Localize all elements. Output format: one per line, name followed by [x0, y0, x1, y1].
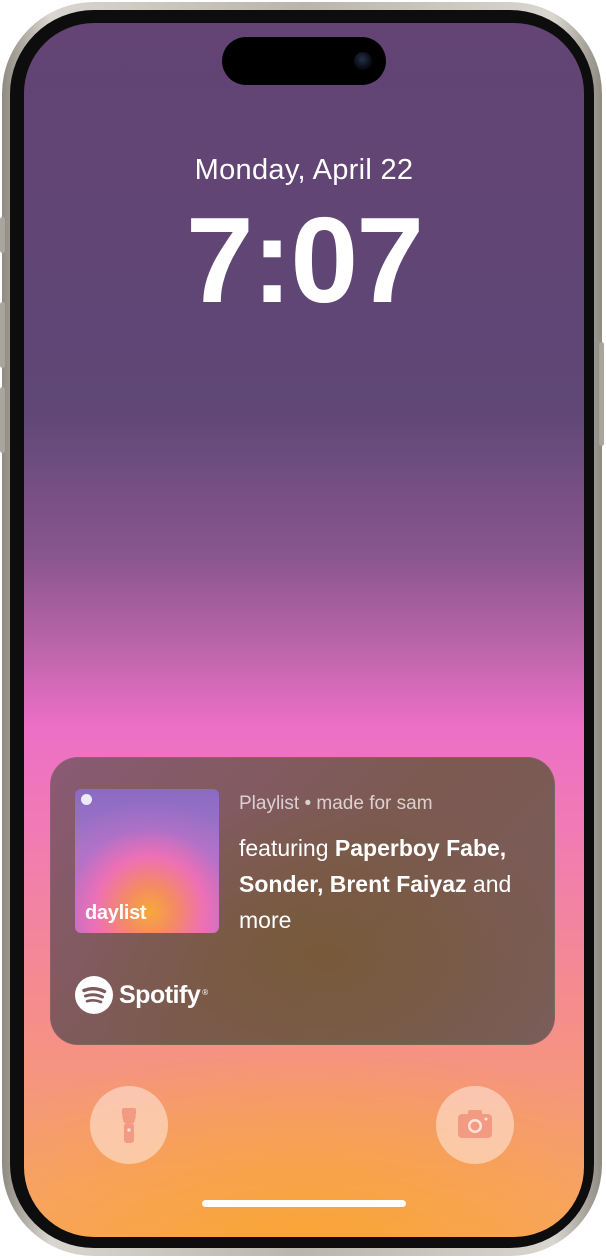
volume-up-button: [0, 302, 5, 368]
spotify-logo-icon: [75, 976, 113, 1014]
artist-separator: ,: [499, 835, 507, 861]
camera-button[interactable]: [436, 1086, 514, 1164]
playlist-meta: Playlist • made for sam: [239, 793, 433, 814]
featured-artist: Sonder: [239, 871, 317, 897]
dynamic-island: [222, 37, 386, 85]
spotify-small-icon: [81, 794, 92, 805]
camera-icon: [458, 1110, 492, 1138]
featured-artist: Brent Faiyaz: [329, 871, 467, 897]
trademark-mark: ®: [202, 988, 209, 997]
power-button: [599, 342, 604, 446]
spotify-widget[interactable]: daylist Playlist • made for sam featurin…: [50, 757, 555, 1045]
playlist-cover[interactable]: daylist: [75, 789, 219, 933]
home-indicator[interactable]: [202, 1200, 406, 1207]
spotify-brand: Spotify ®: [75, 976, 208, 1014]
flashlight-button[interactable]: [90, 1086, 168, 1164]
lock-time: 7:07: [185, 192, 424, 328]
front-camera-icon: [354, 52, 372, 70]
featured-artist: Paperboy Fabe: [334, 835, 500, 861]
playlist-description: featuring Paperboy Fabe, Sonder, Brent F…: [239, 830, 539, 938]
volume-down-button: [0, 387, 5, 453]
lock-date: Monday, April 22: [194, 154, 414, 186]
spotify-wordmark: Spotify: [119, 980, 201, 1009]
artist-separator: ,: [316, 871, 330, 897]
cover-title: daylist: [85, 902, 147, 924]
lock-screen: Monday, April 22 7:07 daylist Playlist •…: [24, 23, 584, 1237]
action-button: [0, 217, 5, 253]
description-prefix: featuring: [239, 835, 335, 861]
flashlight-icon: [122, 1108, 136, 1143]
